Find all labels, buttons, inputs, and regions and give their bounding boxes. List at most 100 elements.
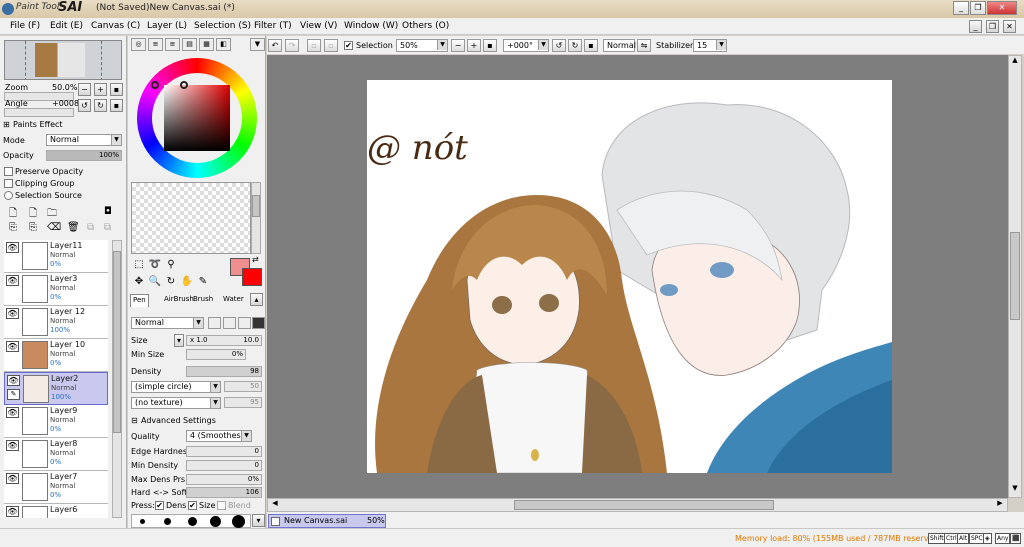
- brush-size-preset-3[interactable]: [188, 517, 197, 526]
- brush-size-preset-2[interactable]: [164, 518, 171, 525]
- brush-scroll-up-button[interactable]: ▴: [250, 293, 263, 306]
- brush-size-scroll-button[interactable]: ▾: [252, 514, 265, 527]
- new-folder-icon[interactable]: 🗀: [47, 206, 57, 223]
- undo-button[interactable]: ↶: [268, 39, 282, 52]
- merge-down-icon[interactable]: ⎘: [29, 222, 37, 233]
- canvas-viewport[interactable]: @ nót: [267, 55, 1009, 498]
- layer-extra-icon[interactable]: ⧉: [87, 222, 94, 233]
- brush-shape-square-button[interactable]: [252, 317, 265, 329]
- min-density-slider[interactable]: 0: [186, 460, 262, 471]
- brush-shape-select[interactable]: (simple circle) ▼: [131, 381, 221, 393]
- zoom-out-button[interactable]: −: [78, 83, 91, 96]
- layer-mode-select[interactable]: Normal ▼: [46, 134, 122, 146]
- quality-select[interactable]: 4 (Smoothest) ▼: [186, 430, 252, 442]
- rgb-slider-tab-icon[interactable]: ≡: [148, 38, 163, 51]
- swatches-tab-icon[interactable]: ▦: [199, 38, 214, 51]
- swatch-palette[interactable]: [131, 182, 251, 254]
- brush-tab-pen[interactable]: Pen: [130, 294, 149, 307]
- edge-hardness-slider[interactable]: 0: [186, 446, 262, 457]
- brush-size-preset-5[interactable]: [232, 515, 245, 528]
- palette-scrollbar[interactable]: [251, 182, 261, 254]
- mdi-restore-button[interactable]: ❐: [986, 20, 999, 33]
- layer-list-scrollbar[interactable]: [112, 240, 122, 518]
- advanced-toggle-icon[interactable]: ⊟: [131, 416, 138, 425]
- hand-tool-icon[interactable]: ✋: [180, 275, 194, 289]
- zoom-select[interactable]: 50% ▼: [396, 39, 448, 52]
- eye-icon[interactable]: 👁: [6, 506, 19, 517]
- rotate-right-button[interactable]: ↻: [94, 99, 107, 112]
- brush-shape-strength[interactable]: 50: [224, 381, 262, 392]
- preserve-opacity-checkbox[interactable]: [4, 167, 13, 176]
- hsv-slider-tab-icon[interactable]: ≡: [165, 38, 180, 51]
- brush-texture-strength[interactable]: 95: [224, 397, 262, 408]
- canvas-hscroll-thumb[interactable]: [514, 500, 774, 510]
- eye-icon[interactable]: 👁: [6, 242, 19, 253]
- eye-icon[interactable]: 👁: [6, 275, 19, 286]
- hard-soft-slider[interactable]: 106: [186, 487, 262, 498]
- layer-list-scroll-thumb[interactable]: [113, 251, 121, 433]
- navigator-preview[interactable]: [4, 40, 122, 80]
- clear-layer-icon[interactable]: ⌫: [47, 222, 61, 233]
- lasso-icon[interactable]: ➰: [148, 258, 162, 272]
- density-slider[interactable]: 98: [186, 366, 262, 377]
- scroll-left-icon[interactable]: ◀: [269, 499, 281, 511]
- angle-slider[interactable]: [4, 108, 74, 117]
- press-dens-checkbox[interactable]: ✔: [155, 501, 164, 510]
- canvas-vertical-scrollbar[interactable]: ▲ ▼: [1008, 55, 1022, 498]
- brush-tab-water[interactable]: Water: [221, 294, 246, 307]
- invert-selection-button[interactable]: ▫: [324, 39, 338, 52]
- angle-select[interactable]: +000° ▼: [503, 39, 549, 52]
- magic-wand-icon[interactable]: ⚲: [164, 258, 178, 272]
- panel-menu-icon[interactable]: ▼: [250, 38, 265, 51]
- brush-size-preset-1[interactable]: [140, 519, 145, 524]
- secondary-color-swatch[interactable]: [242, 268, 262, 286]
- eye-icon[interactable]: 👁: [6, 341, 19, 352]
- eye-icon[interactable]: 👁: [6, 440, 19, 451]
- max-dens-slider[interactable]: 0%: [186, 474, 262, 485]
- menu-window[interactable]: Window (W): [344, 21, 398, 31]
- press-size-checkbox[interactable]: ✔: [188, 501, 197, 510]
- eye-icon[interactable]: 👁: [6, 407, 19, 418]
- color-wheel-tab-icon[interactable]: ◎: [131, 38, 146, 51]
- menu-edit[interactable]: Edit (E): [50, 21, 83, 31]
- palette-scroll-thumb[interactable]: [252, 195, 260, 217]
- layer-row[interactable]: 👁 Layer 10 Normal 0%: [4, 339, 108, 372]
- brush-shape-round-button[interactable]: [223, 317, 236, 329]
- view-mode-select[interactable]: Normal: [603, 39, 636, 52]
- stabilizer-select[interactable]: 15 ▼: [693, 39, 727, 52]
- toolbar-zoom-out-button[interactable]: −: [451, 39, 465, 52]
- canvas-horizontal-scrollbar[interactable]: ◀ ▶: [267, 498, 1008, 512]
- menu-selection[interactable]: Selection (S): [194, 21, 251, 31]
- layer-row[interactable]: 👁 Layer9 Normal 0%: [4, 405, 108, 438]
- document-tab[interactable]: New Canvas.sai 50%: [268, 514, 386, 528]
- layer-row[interactable]: 👁 Layer 12 Normal 100%: [4, 306, 108, 339]
- minimize-button[interactable]: _: [953, 1, 969, 15]
- zoom-reset-button[interactable]: ▪: [110, 83, 123, 96]
- brush-size-preset-4[interactable]: [210, 516, 221, 527]
- transfer-down-icon[interactable]: ⎘: [9, 222, 17, 233]
- layer-row[interactable]: 👁 ✎ Layer2 Normal 100%: [4, 372, 108, 405]
- color-mix-tab-icon[interactable]: ▤: [182, 38, 197, 51]
- redo-button[interactable]: ↷: [285, 39, 299, 52]
- pen-icon[interactable]: ✎: [7, 389, 20, 400]
- maximize-button[interactable]: ❐: [970, 1, 986, 15]
- swap-colors-icon[interactable]: ⇄: [252, 255, 259, 264]
- opacity-slider[interactable]: 100%: [46, 150, 122, 161]
- scratchpad-tab-icon[interactable]: ◧: [216, 38, 231, 51]
- menu-layer[interactable]: Layer (L): [147, 21, 187, 31]
- rotate-tool-icon[interactable]: ↻: [164, 275, 178, 289]
- new-layer-icon[interactable]: 🗋: [9, 206, 17, 223]
- scroll-down-icon[interactable]: ▼: [1009, 484, 1021, 496]
- brush-shape-flat-button[interactable]: [208, 317, 221, 329]
- zoom-in-button[interactable]: +: [94, 83, 107, 96]
- rotate-reset-button[interactable]: ▪: [110, 99, 123, 112]
- eye-icon[interactable]: 👁: [7, 375, 20, 386]
- zoom-tool-icon[interactable]: 🔍: [148, 275, 162, 289]
- size-slider[interactable]: x 1.0 10.0: [186, 335, 262, 346]
- press-blend-checkbox[interactable]: [217, 501, 226, 510]
- layer-row[interactable]: 👁 Layer7 Normal 0%: [4, 471, 108, 504]
- eyedropper-icon[interactable]: ✎: [196, 275, 210, 289]
- mdi-minimize-button[interactable]: _: [969, 20, 982, 33]
- layer-extra2-icon[interactable]: ⧉: [104, 222, 111, 233]
- menu-canvas[interactable]: Canvas (C): [91, 21, 140, 31]
